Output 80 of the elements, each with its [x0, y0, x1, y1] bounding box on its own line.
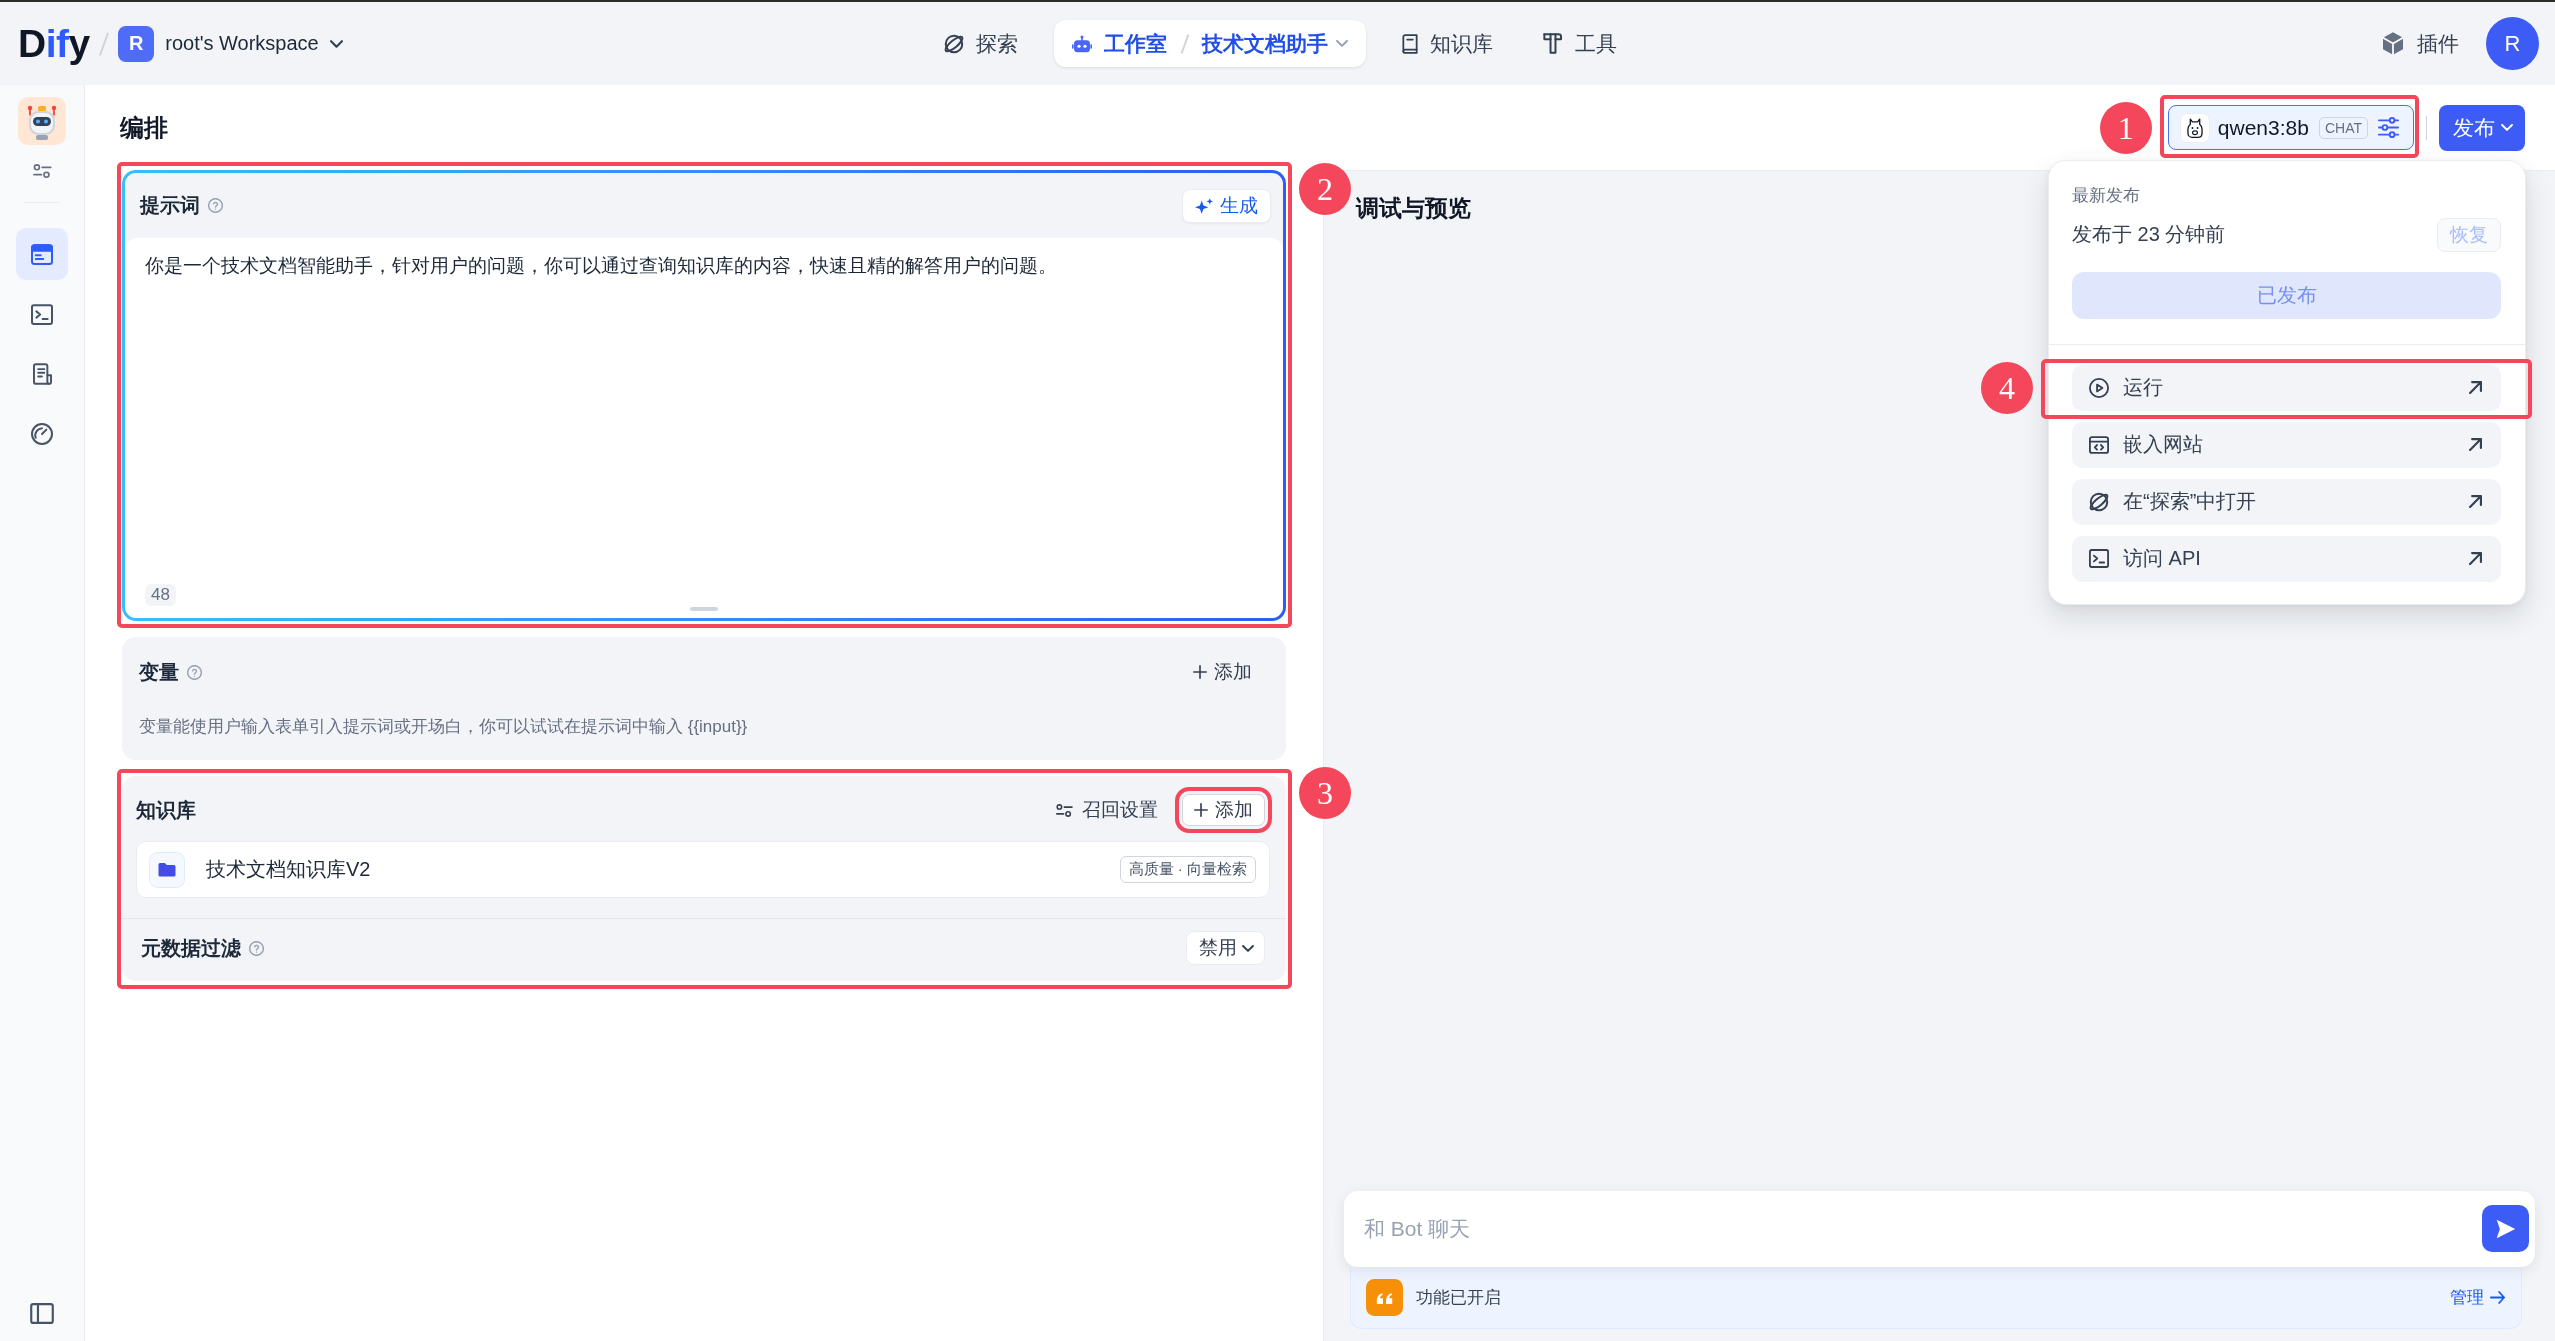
filter-dropdown[interactable]: 禁用 — [1186, 931, 1265, 965]
add-button[interactable]: 添加 — [1183, 656, 1262, 688]
folder-icon — [149, 851, 185, 888]
arrow-up-right-icon — [2469, 495, 2482, 508]
arrow-right-icon — [2490, 1291, 2505, 1304]
user-avatar[interactable]: R — [2486, 17, 2539, 70]
sparkle-icon — [1195, 197, 1213, 214]
features-status: 功能已开启 — [1416, 1287, 1501, 1309]
planet-icon — [2089, 491, 2109, 512]
dataset-item[interactable]: 技术文档知识库V2 高质量 · 向量检索 — [136, 841, 1270, 898]
arrow-up-right-icon — [2469, 552, 2482, 565]
book-icon — [1401, 33, 1418, 54]
chevron-down-icon — [1335, 40, 1348, 47]
cube-icon — [2383, 32, 2403, 55]
send-button[interactable] — [2482, 1205, 2529, 1252]
sliders-icon — [1056, 803, 1073, 817]
menu-item[interactable]: 访问 API — [2072, 535, 2501, 582]
terminal-icon — [31, 303, 53, 325]
publish-caption: 最新发布 — [2072, 184, 2141, 207]
nav-tab[interactable]: 工作室 — [1058, 20, 1182, 67]
resize-handle[interactable] — [690, 607, 718, 611]
sidebar-toggle-icon[interactable] — [30, 1303, 54, 1324]
window-icon — [31, 243, 53, 265]
help-icon — [249, 940, 264, 956]
gauge-icon — [31, 423, 53, 445]
arrow-up-right-icon — [2469, 381, 2482, 394]
mode-tag: CHAT — [2318, 116, 2368, 139]
sliders-icon — [2378, 117, 2399, 138]
code-window-icon — [2089, 435, 2109, 454]
arrow-up-right-icon — [2469, 438, 2482, 451]
generate-button[interactable]: 生成 — [1182, 188, 1271, 223]
chevron-down-icon — [329, 39, 343, 48]
help-icon — [187, 664, 202, 680]
app-switcher[interactable]: 技术文档助手 — [1197, 29, 1352, 58]
section-title: 元数据过滤 — [141, 935, 241, 961]
robot-icon — [1072, 34, 1093, 53]
chat-input[interactable]: 和 Bot 聊天 — [1344, 1191, 2535, 1267]
nav-tab[interactable]: 知识库 — [1387, 20, 1507, 67]
menu-item[interactable]: 在“探索”中打开 — [2072, 478, 2501, 525]
sliders-icon[interactable] — [32, 164, 52, 178]
plugins-button[interactable]: 插件 — [2383, 29, 2459, 58]
manage-link[interactable]: 管理 — [2450, 1286, 2505, 1309]
plus-icon — [1194, 803, 1208, 817]
robot-app-icon — [18, 97, 66, 145]
plus-icon — [1193, 665, 1207, 679]
retrieval-tag: 高质量 · 向量检索 — [1119, 856, 1256, 883]
section-title: 知识库 — [136, 797, 196, 823]
section-title: 提示词 — [140, 193, 200, 218]
annotation-number: 3 — [1299, 767, 1351, 819]
menu-item[interactable]: 嵌入网站 — [2072, 421, 2501, 468]
char-count: 48 — [145, 584, 176, 606]
send-icon — [2495, 1218, 2516, 1239]
planet-icon — [944, 33, 965, 54]
workspace-avatar: R — [118, 25, 155, 62]
page-title: 编排 — [120, 112, 168, 143]
quote-icon — [1366, 1279, 1403, 1316]
logo: Dify — [18, 24, 90, 63]
terminal-icon — [2089, 549, 2109, 568]
menu-item[interactable]: 运行 — [2072, 364, 2501, 411]
hammer-icon — [1542, 33, 1563, 54]
panel-title: 调试与预览 — [1356, 195, 1471, 221]
prompt-editor[interactable]: 你是一个技术文档智能助手，针对用户的问题，你可以通过查询知识库的内容，快速且精的解答用户的问题。 48 — [125, 238, 1283, 618]
play-icon — [2089, 377, 2109, 398]
chevron-down-icon — [2501, 124, 2513, 131]
publish-time: 发布于 23 分钟前 — [2072, 222, 2226, 247]
publish-button[interactable]: 发布 — [2439, 104, 2525, 151]
chevron-down-icon — [1242, 944, 1254, 952]
help-icon — [208, 198, 223, 213]
model-selector[interactable]: qwen3:8b CHAT — [2167, 105, 2414, 150]
annotation-number: 1 — [2099, 101, 2152, 154]
dataset-name: 技术文档知识库V2 — [206, 857, 371, 882]
section-title: 变量 — [139, 659, 179, 685]
document-icon — [32, 363, 52, 385]
nav-tab[interactable]: 探索 — [930, 20, 1033, 67]
nav-tab[interactable]: 工具 — [1528, 20, 1631, 67]
sidebar-nav-button[interactable] — [16, 228, 68, 280]
retrieval-settings-button[interactable]: 召回设置 — [1048, 794, 1166, 826]
animal-face-icon — [2179, 112, 2210, 143]
workspace-switcher[interactable]: R root's Workspace — [118, 25, 343, 62]
variables-hint: 变量能使用户输入表单引入提示词或开场白，你可以试试在提示词中输入 {{input}} — [139, 716, 749, 738]
